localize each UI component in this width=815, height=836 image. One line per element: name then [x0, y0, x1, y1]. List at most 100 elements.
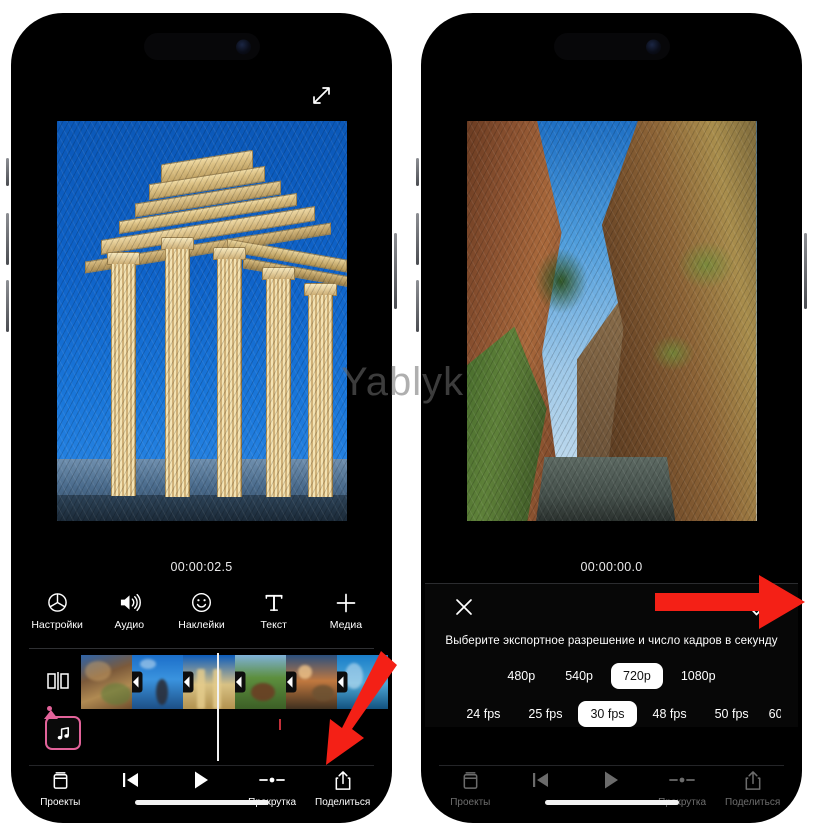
column-3 — [216, 259, 242, 497]
video-preview-left[interactable] — [56, 121, 347, 521]
timeline-track[interactable] — [15, 653, 388, 711]
right-phone-bezel: 00:00:00.0 Выберите экспортное разрешени… — [421, 13, 802, 823]
tree — [534, 249, 587, 313]
play-icon — [192, 769, 210, 791]
nav-share-label: Поделиться — [725, 797, 781, 808]
transition-icon[interactable] — [285, 671, 297, 693]
timeline-clip[interactable] — [183, 655, 235, 709]
transition-icon[interactable] — [336, 671, 348, 693]
dynamic-island — [553, 33, 670, 60]
nav-share[interactable]: Поделиться — [717, 769, 788, 808]
moss-patch — [676, 241, 735, 289]
skip-start-icon — [121, 769, 141, 791]
resolution-options: 480p 540p 720p 1080p — [425, 663, 798, 689]
canyon-scene — [466, 121, 757, 521]
share-icon — [744, 769, 762, 791]
close-x-icon[interactable] — [453, 596, 475, 618]
nav-share-label: Поделиться — [315, 797, 371, 808]
editor-toolbar: Настройки Аудио Наклейки Текст Медиа — [15, 591, 388, 631]
right-phone-device: 00:00:00.0 Выберите экспортное разрешени… — [416, 8, 807, 828]
share-icon — [334, 769, 352, 791]
volume-down-button[interactable] — [6, 280, 9, 332]
navbar-divider — [29, 765, 374, 766]
framerate-option-25[interactable]: 25 fps — [516, 701, 574, 727]
playhead[interactable] — [217, 653, 219, 761]
export-sheet-title: Выберите экспортное разрешение и число к… — [445, 634, 778, 647]
moss-patch — [650, 335, 695, 371]
video-preview-right[interactable] — [466, 121, 757, 521]
music-note-icon[interactable] — [44, 706, 81, 750]
tool-text[interactable]: Текст — [238, 591, 310, 631]
resolution-option-540p[interactable]: 540p — [553, 663, 605, 689]
transition-icon[interactable] — [132, 671, 143, 693]
timeline-clip[interactable] — [234, 655, 286, 709]
scrub-icon — [259, 769, 285, 791]
scrub-icon — [669, 769, 695, 791]
framerate-option-48[interactable]: 48 fps — [641, 701, 699, 727]
right-phone-screen: 00:00:00.0 Выберите экспортное разрешени… — [425, 17, 798, 819]
column-1 — [110, 264, 136, 496]
framerate-option-60[interactable]: 60 — [765, 701, 781, 727]
transition-icon[interactable] — [234, 671, 246, 693]
left-phone-screen: 00:00:02.5 Настройки Аудио Наклейки Текс… — [15, 17, 388, 819]
timeline-clip[interactable] — [336, 655, 388, 709]
power-button[interactable] — [394, 233, 397, 309]
resolution-option-480p[interactable]: 480p — [495, 663, 547, 689]
left-phone-bezel: 00:00:02.5 Настройки Аудио Наклейки Текс… — [11, 13, 392, 823]
audio-track[interactable] — [15, 706, 388, 759]
tool-stickers[interactable]: Наклейки — [165, 591, 237, 631]
ground — [56, 459, 347, 521]
nav-projects[interactable]: Проекты — [25, 769, 96, 808]
mute-switch[interactable] — [416, 158, 419, 186]
tool-media-label: Медиа — [329, 619, 363, 631]
timeline-clip[interactable] — [285, 655, 337, 709]
navbar-divider — [439, 765, 784, 766]
canyon-floor — [536, 457, 676, 521]
framerate-option-50[interactable]: 50 fps — [703, 701, 761, 727]
framerate-option-24[interactable]: 24 fps — [454, 701, 512, 727]
smiley-sticker-icon — [191, 591, 212, 614]
resolution-option-1080p[interactable]: 1080p — [669, 663, 728, 689]
speaker-volume-icon — [118, 591, 141, 614]
framerate-options: 24 fps 25 fps 30 fps 48 fps 50 fps 60 — [425, 701, 798, 727]
audio-marker — [279, 719, 281, 730]
dynamic-island — [143, 33, 260, 60]
split-clip-icon[interactable] — [45, 669, 71, 693]
toolbar-divider — [29, 648, 374, 649]
mute-switch[interactable] — [6, 158, 9, 186]
column-4 — [265, 279, 291, 497]
power-button[interactable] — [804, 233, 807, 309]
volume-up-button[interactable] — [6, 213, 9, 265]
nav-projects[interactable]: Проекты — [435, 769, 506, 808]
projects-stack-icon — [461, 769, 480, 791]
tool-text-label: Текст — [260, 619, 287, 631]
framerate-option-30[interactable]: 30 fps — [578, 701, 637, 727]
play-icon — [602, 769, 620, 791]
sheet-header — [425, 584, 798, 630]
home-indicator[interactable] — [544, 800, 679, 805]
volume-up-button[interactable] — [416, 213, 419, 265]
timeline-clip[interactable] — [81, 655, 133, 709]
transition-icon[interactable] — [183, 671, 194, 693]
clip-strip[interactable] — [81, 655, 388, 709]
home-indicator[interactable] — [134, 800, 269, 805]
column-2 — [164, 249, 190, 497]
tool-settings[interactable]: Настройки — [21, 591, 93, 631]
settings-aperture-icon — [47, 591, 68, 614]
tool-audio[interactable]: Аудио — [93, 591, 165, 631]
screenshot-canvas: 00:00:02.5 Настройки Аудио Наклейки Текс… — [0, 0, 815, 836]
text-t-icon — [264, 591, 284, 614]
projects-stack-icon — [51, 769, 70, 791]
temple-scene — [56, 121, 347, 521]
nav-share[interactable]: Поделиться — [307, 769, 378, 808]
front-camera-icon — [645, 39, 661, 54]
volume-down-button[interactable] — [416, 280, 419, 332]
timeline-clip[interactable] — [132, 655, 184, 709]
skip-start-icon — [531, 769, 551, 791]
expand-diagonal-icon[interactable] — [310, 84, 332, 106]
column-5 — [307, 295, 333, 497]
tool-media[interactable]: Медиа — [310, 591, 382, 631]
checkmark-icon[interactable] — [748, 596, 772, 620]
resolution-option-720p[interactable]: 720p — [611, 663, 663, 689]
nav-projects-label: Проекты — [40, 797, 81, 808]
